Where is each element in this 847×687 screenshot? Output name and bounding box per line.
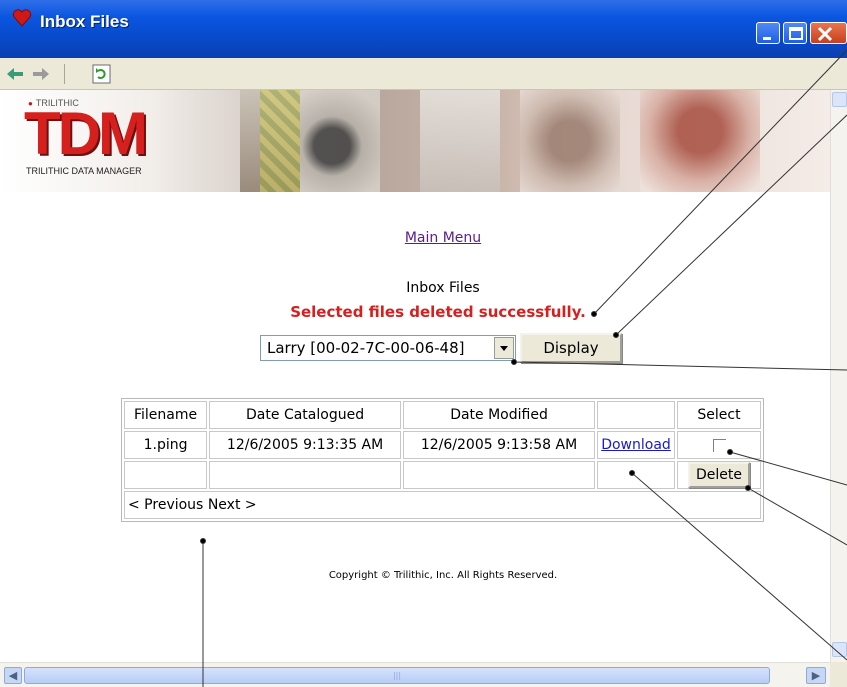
scroll-down-button[interactable] [832,642,847,657]
maximize-button[interactable] [783,22,807,44]
chevron-down-icon [500,346,508,351]
minimize-button[interactable] [756,22,780,44]
cell-date-modified: 12/6/2005 9:13:58 AM [403,431,595,459]
maximize-icon [789,27,803,40]
forward-arrow-icon[interactable] [30,64,52,84]
previous-link[interactable]: < Previous [128,497,203,513]
empty-cell [597,461,675,489]
table-pager-row: < Previous Next > [124,491,761,519]
next-link[interactable]: Next > [208,497,257,513]
scroll-right-button[interactable]: ▶ [806,667,826,684]
device-select-dropdown-button[interactable] [494,337,514,359]
page-title: Inbox Files [406,280,480,296]
column-header-select: Select [677,401,761,429]
heart-icon [12,9,32,27]
close-button[interactable] [810,22,847,44]
horizontal-scrollbar[interactable]: ◀ ||| ▶ [0,662,830,687]
minimize-icon [763,37,771,40]
files-table: Filename Date Catalogued Date Modified S… [121,398,764,522]
device-select[interactable]: Larry [00-02-7C-00-06-48] [260,335,516,361]
column-header-action [597,401,675,429]
title-bar: Inbox Files [0,0,847,58]
scroll-left-button[interactable]: ◀ [4,667,22,684]
display-button[interactable]: Display [520,333,622,363]
banner-photo [260,90,300,192]
window-title: Inbox Files [40,12,129,31]
empty-cell [124,461,208,489]
main-menu-link[interactable]: Main Menu [405,230,481,246]
toolbar [0,58,847,90]
main-menu-row: Main Menu [0,230,830,246]
close-icon [817,26,833,42]
back-arrow-icon[interactable] [4,64,26,84]
table-row: 1.ping 12/6/2005 9:13:35 AM 12/6/2005 9:… [124,431,761,459]
pager: < Previous Next > [124,491,761,519]
empty-cell [209,461,402,489]
table-header-row: Filename Date Catalogued Date Modified S… [124,401,761,429]
column-header-date-catalogued: Date Catalogued [209,401,402,429]
delete-button[interactable]: Delete [688,462,750,488]
download-link[interactable]: Download [601,437,671,453]
banner-photo [300,90,380,192]
empty-cell [403,461,595,489]
tdm-logo: TDM [24,100,148,167]
table-action-row: Delete [124,461,761,489]
select-checkbox[interactable] [712,438,726,452]
column-header-date-modified: Date Modified [403,401,595,429]
cell-delete: Delete [677,461,761,489]
cell-select [677,431,761,459]
page-content: TRILITHIC TDM TRILITHIC DATA MANAGER Mai… [0,90,830,662]
cell-filename: 1.ping [124,431,208,459]
cell-date-catalogued: 12/6/2005 9:13:35 AM [209,431,402,459]
scroll-up-button[interactable] [832,92,847,107]
copyright-text: Copyright © Trilithic, Inc. All Rights R… [328,570,558,581]
banner-photo [420,90,500,192]
brand-subtitle: TRILITHIC DATA MANAGER [26,166,142,176]
cell-action: Download [597,431,675,459]
scrollbar-corner [830,662,847,687]
header-banner: TRILITHIC TDM TRILITHIC DATA MANAGER [0,90,830,192]
scrollbar-thumb[interactable]: ||| [24,667,770,684]
column-header-filename: Filename [124,401,208,429]
banner-photo [520,90,620,192]
vertical-scrollbar[interactable] [830,90,847,662]
toolbar-separator [64,64,65,84]
status-message: Selected files deleted successfully. [290,303,586,321]
banner-photo [640,90,760,192]
refresh-icon[interactable] [90,64,114,84]
